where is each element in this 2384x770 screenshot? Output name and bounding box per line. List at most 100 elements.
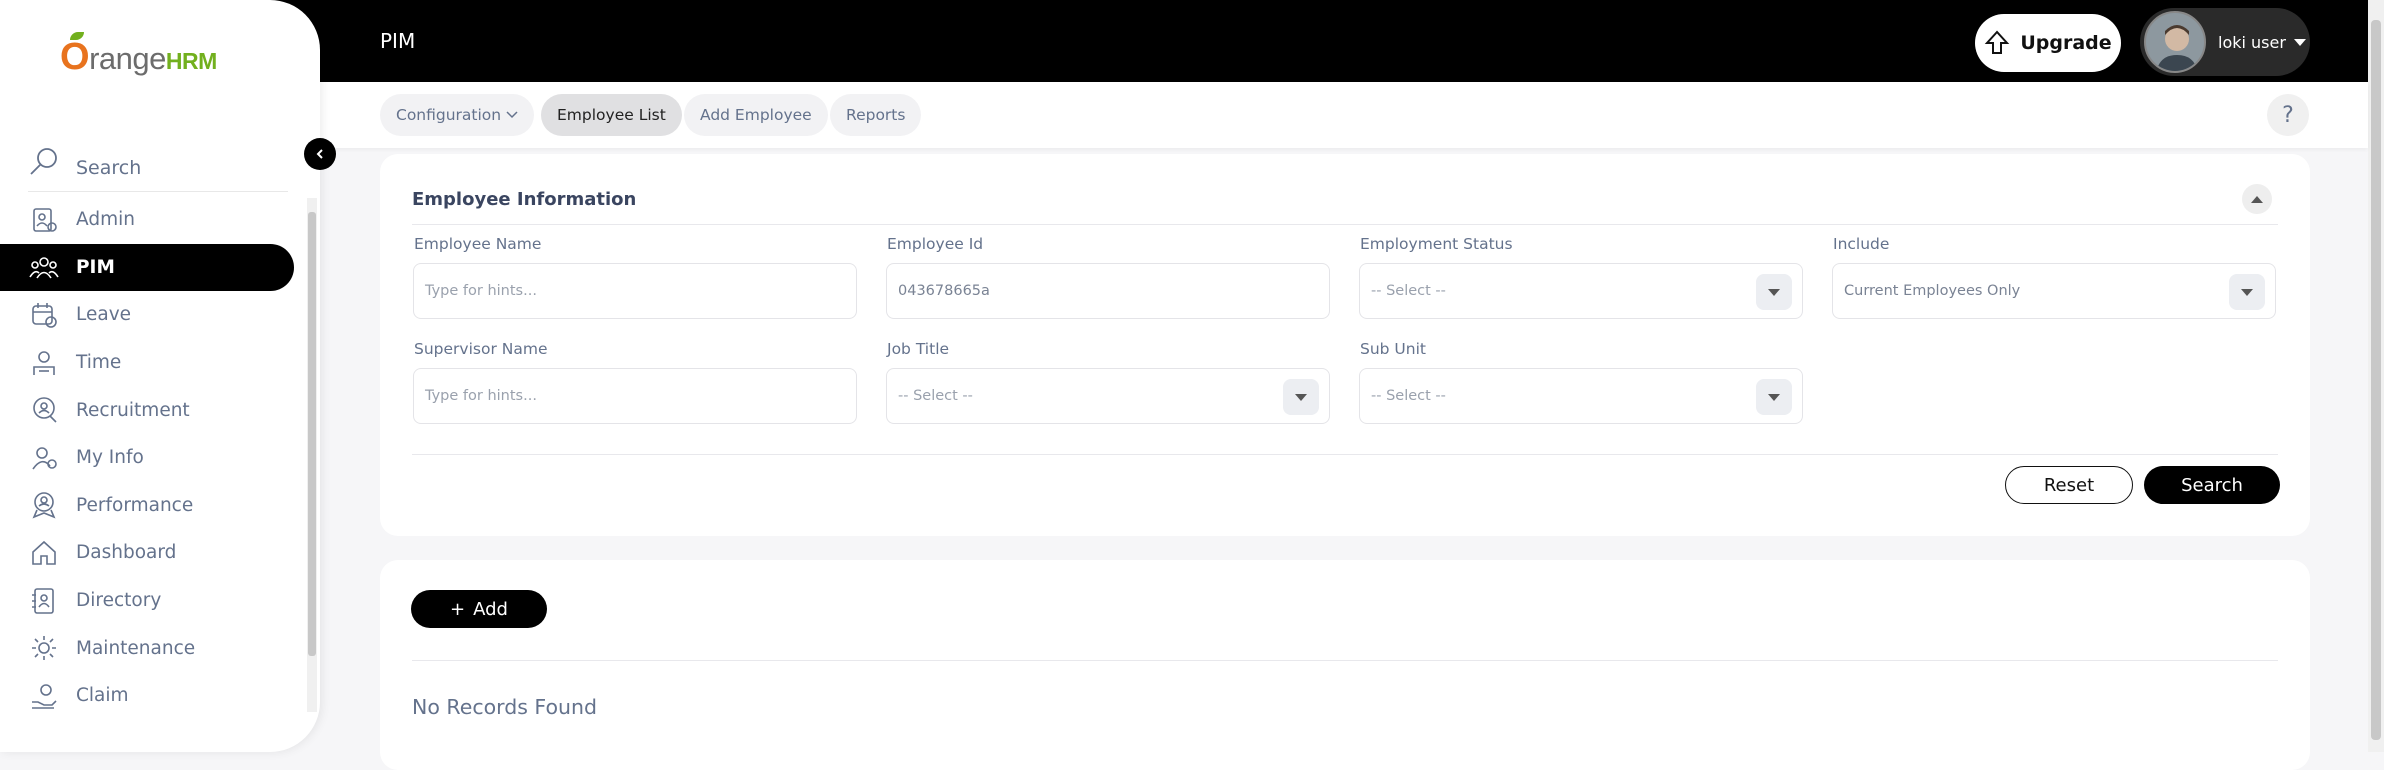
add-employee-button[interactable]: + Add [411, 590, 547, 628]
no-records-text: No Records Found [412, 695, 598, 719]
plus-icon: + [450, 598, 466, 620]
upgrade-icon [1985, 30, 2010, 54]
time-icon [28, 347, 60, 379]
top-bar: PIM Upgrade loki user [0, 0, 2368, 82]
sidebar-item-admin[interactable]: Admin [0, 196, 294, 244]
caret-down-icon [2293, 38, 2306, 46]
pim-icon [28, 251, 60, 283]
chevron-down-icon [506, 111, 518, 119]
dashboard-icon [28, 537, 60, 569]
job-title-select[interactable]: -- Select -- [886, 368, 1330, 424]
sidebar-item-performance[interactable]: Performance [0, 482, 294, 530]
filter-divider [412, 224, 2278, 225]
tab-reports[interactable]: Reports [830, 94, 922, 136]
sidebar-item-directory[interactable]: Directory [0, 577, 294, 625]
claim-icon [28, 680, 60, 712]
tab-label: Employee List [557, 106, 666, 124]
supervisor-name-label: Supervisor Name [414, 340, 548, 358]
sidebar-scrollbar[interactable] [308, 212, 316, 656]
sub-unit-value: -- Select -- [1371, 388, 1446, 404]
employee-filter-card: Employee Information Employee Name Type … [380, 154, 2310, 536]
sidebar-item-label: Time [76, 352, 122, 374]
help-button[interactable]: ? [2267, 94, 2309, 136]
employment-status-value: -- Select -- [1371, 283, 1446, 299]
tab-configuration[interactable]: Configuration [380, 94, 535, 136]
my-info-icon [28, 442, 60, 474]
include-value: Current Employees Only [1844, 283, 2021, 299]
sidebar-item-maintenance[interactable]: Maintenance [0, 624, 294, 672]
sidebar-item-time[interactable]: Time [0, 339, 294, 387]
performance-icon [28, 489, 60, 521]
include-label: Include [1833, 235, 1890, 253]
page-scrollbar[interactable] [2368, 0, 2384, 752]
recruitment-icon [28, 394, 60, 426]
employee-id-label: Employee Id [887, 235, 984, 253]
tab-label: Configuration [396, 106, 502, 124]
sidebar-item-label: Claim [76, 685, 129, 707]
caret-up-icon [2251, 196, 2263, 203]
reset-button[interactable]: Reset [2005, 466, 2133, 504]
collapse-filter-button[interactable] [2242, 184, 2272, 214]
sub-unit-select[interactable]: -- Select -- [1359, 368, 1803, 424]
employment-status-label: Employment Status [1360, 235, 1513, 253]
tab-label: Add Employee [700, 106, 812, 124]
sidebar-item-label: Maintenance [76, 637, 196, 659]
tab-employee-list[interactable]: Employee List [541, 94, 682, 136]
add-label: Add [473, 598, 508, 620]
results-divider [412, 660, 2278, 661]
sidebar-item-label: PIM [76, 256, 115, 278]
sidebar-item-pim[interactable]: PIM [0, 243, 294, 292]
employee-name-input[interactable]: Type for hints... [413, 263, 857, 319]
sidebar-item-recruitment[interactable]: Recruitment [0, 386, 294, 434]
directory-icon [28, 585, 60, 617]
dropdown-arrow-icon [1756, 379, 1792, 415]
orangehrm-logo: OrangeHRM [60, 32, 217, 79]
sub-navigation: Configuration Employee List Add Employee… [320, 82, 2368, 148]
include-select[interactable]: Current Employees Only [1832, 263, 2276, 319]
maintenance-icon [28, 632, 60, 664]
dropdown-arrow-icon [1756, 274, 1792, 310]
dropdown-arrow-icon [1283, 379, 1319, 415]
leave-icon [28, 299, 60, 331]
sidebar-item-label: Dashboard [76, 542, 177, 564]
admin-icon [28, 204, 60, 236]
job-title-value: -- Select -- [898, 388, 973, 404]
filter-actions-divider [412, 454, 2278, 455]
upgrade-button[interactable]: Upgrade [1975, 14, 2121, 72]
chevron-left-icon [316, 149, 323, 159]
avatar [2144, 11, 2206, 73]
user-dropdown[interactable]: loki user [2140, 8, 2310, 76]
employee-name-label: Employee Name [414, 235, 542, 253]
employee-results-card: + Add No Records Found [380, 560, 2310, 770]
dropdown-arrow-icon [2229, 274, 2265, 310]
sidebar-item-claim[interactable]: Claim [0, 672, 294, 720]
sidebar-menu: Admin PIM Leave Time Recruitment My Info… [0, 196, 294, 720]
sidebar-search[interactable]: Search [28, 132, 288, 192]
employee-id-input[interactable]: 043678665a [886, 263, 1330, 319]
sidebar-item-label: Recruitment [76, 399, 190, 421]
employment-status-select[interactable]: -- Select -- [1359, 263, 1803, 319]
search-button[interactable]: Search [2144, 466, 2280, 504]
sidebar-collapse-button[interactable] [304, 138, 336, 170]
supervisor-name-input[interactable]: Type for hints... [413, 368, 857, 424]
sidebar-item-label: Directory [76, 590, 162, 612]
job-title-label: Job Title [887, 340, 950, 358]
filter-title: Employee Information [412, 189, 637, 210]
sidebar-item-label: Leave [76, 304, 132, 326]
sidebar-item-label: Performance [76, 494, 194, 516]
sidebar-item-my-info[interactable]: My Info [0, 434, 294, 482]
search-icon [30, 147, 57, 175]
tab-add-employee[interactable]: Add Employee [684, 94, 828, 136]
upgrade-label: Upgrade [2020, 32, 2112, 54]
sidebar-item-dashboard[interactable]: Dashboard [0, 529, 294, 577]
page-title: PIM [380, 29, 416, 53]
sub-unit-label: Sub Unit [1360, 340, 1426, 358]
sidebar-item-label: Admin [76, 209, 135, 231]
sidebar-item-label: My Info [76, 447, 144, 469]
sidebar-item-leave[interactable]: Leave [0, 291, 294, 339]
user-name: loki user [2218, 32, 2286, 52]
sidebar: OrangeHRM Search Admin PIM Leave Time Re… [0, 0, 320, 752]
sidebar-search-label: Search [76, 156, 142, 179]
help-icon: ? [2282, 102, 2294, 128]
tab-label: Reports [846, 106, 906, 124]
